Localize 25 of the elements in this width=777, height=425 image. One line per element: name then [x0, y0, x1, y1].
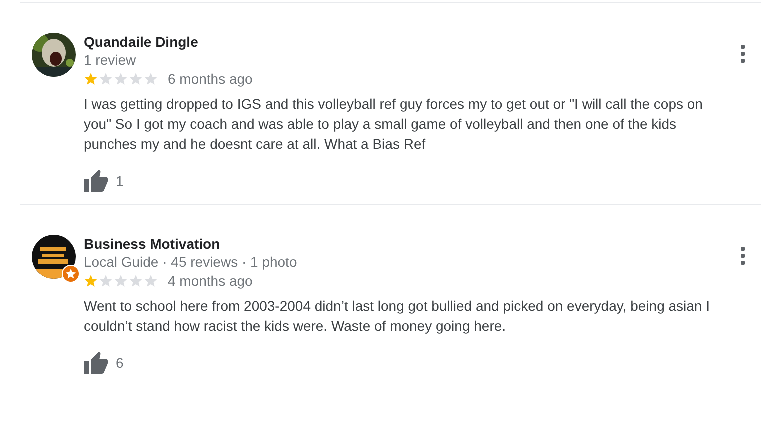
- reviewer-meta: Local Guide · 45 reviews · 1 photo: [84, 253, 298, 272]
- like-count: 1: [116, 173, 124, 189]
- star-icon: [99, 274, 113, 288]
- reviewer-name[interactable]: Quandaile Dingle: [84, 33, 721, 51]
- more-options-button[interactable]: [739, 43, 747, 65]
- star-icon: [84, 72, 98, 86]
- star-icon: [129, 274, 143, 288]
- star-icon: [114, 274, 128, 288]
- star-icon: [144, 72, 158, 86]
- more-options-button[interactable]: [739, 245, 747, 267]
- review-time: 6 months ago: [168, 71, 253, 87]
- thumbs-up-icon[interactable]: [84, 352, 108, 374]
- review-time: 4 months ago: [168, 273, 253, 289]
- star-badge-icon: [62, 265, 80, 283]
- reviewer-name[interactable]: Business Motivation: [84, 235, 721, 253]
- star-icon: [114, 72, 128, 86]
- review-text: Went to school here from 2003-2004 didn’t last long got bullied and picked on everyday, being asian I couldn’t stand how racist the kids were. Waste of money going here.: [84, 297, 711, 336]
- thumbs-up-icon[interactable]: [84, 170, 108, 192]
- reviewer-meta: 1 review: [84, 51, 138, 70]
- like-count: 6: [116, 355, 124, 371]
- star-icon: [84, 274, 98, 288]
- star-icon: [99, 72, 113, 86]
- review-text: I was getting dropped to IGS and this volleyball ref guy forces my to get out or "I will call the cops on you" So I got my coach and was able to play a small game of volleyball and then one of the kids punches my and he doesnt care at all. What a Bias Ref: [84, 95, 704, 154]
- star-icon: [129, 72, 143, 86]
- star-icon: [144, 274, 158, 288]
